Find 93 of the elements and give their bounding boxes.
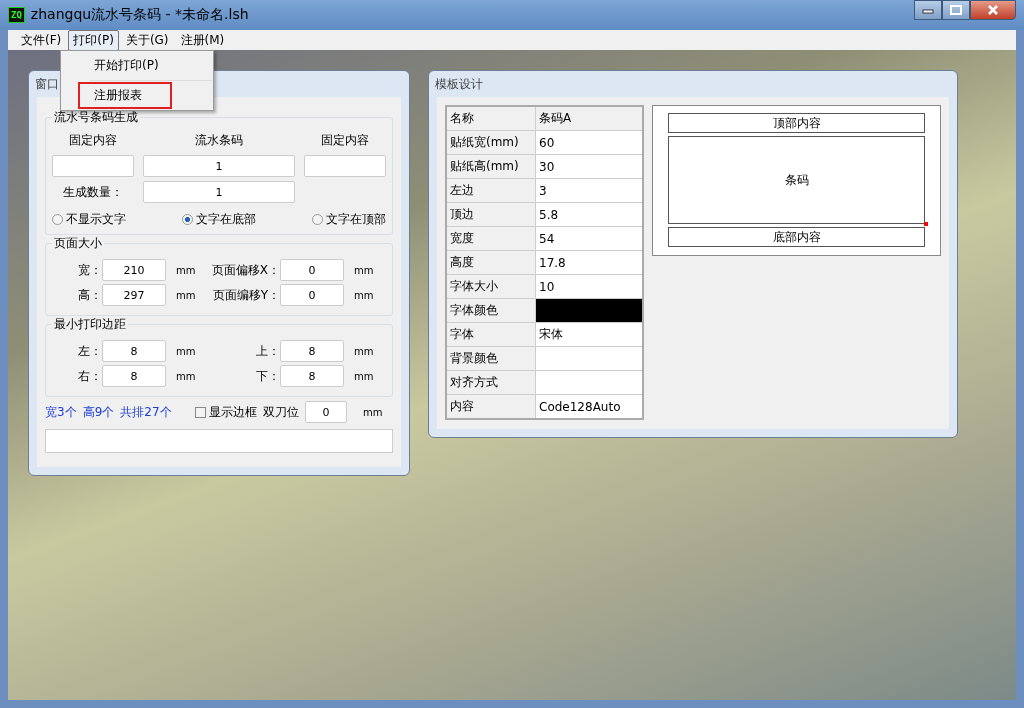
top-text-box[interactable]: 顶部内容 (668, 113, 925, 133)
radio-option[interactable]: 文字在底部 (182, 211, 256, 228)
column-label: 流水条码 (194, 132, 244, 149)
field-label: 上： (255, 342, 280, 360)
count-link[interactable]: 高9个 (82, 403, 115, 421)
property-name: 贴纸高(mm) (447, 155, 535, 178)
input-field[interactable]: 8 (280, 340, 344, 362)
property-name: 背景颜色 (447, 347, 535, 370)
group-title: 页面大小 (53, 235, 103, 252)
color-swatch[interactable] (536, 299, 642, 322)
bottom-text-box[interactable]: 底部内容 (668, 227, 925, 247)
window-title: zhangqu流水号条码 - *未命名.lsh (30, 6, 250, 24)
panel-title: 模板设计 (435, 75, 483, 93)
property-name: 左边 (447, 179, 535, 202)
field-label: 下： (255, 367, 280, 385)
property-value[interactable]: 10 (536, 275, 642, 298)
field-label: 页面偏移X： (210, 261, 280, 279)
group-title: 流水号条码生成 (53, 109, 139, 126)
radio-option[interactable]: 不显示文字 (52, 211, 126, 228)
property-name: 宽度 (447, 227, 535, 250)
menu-item[interactable]: 打印(P) (68, 29, 119, 51)
menu-item[interactable]: 注册(M) (175, 29, 230, 51)
radio-button[interactable] (312, 214, 323, 225)
unit-label: mm (353, 345, 375, 357)
input-field[interactable]: 0 (280, 284, 344, 306)
property-value[interactable]: 宋体 (536, 323, 642, 346)
property-value[interactable]: 54 (536, 227, 642, 250)
radio-button[interactable] (52, 214, 63, 225)
unit-label: mm (353, 370, 375, 382)
maximize-icon (949, 5, 963, 15)
barcode-box[interactable]: 条码 (668, 136, 925, 224)
field-label: 高： (77, 286, 102, 304)
field-label: 生成数量： (62, 183, 124, 201)
menu-item[interactable]: 文件(F) (16, 29, 67, 51)
property-name: 对齐方式 (447, 371, 535, 394)
maximize-button[interactable] (942, 0, 970, 20)
input-field[interactable]: 8 (102, 340, 166, 362)
property-name: 字体颜色 (447, 299, 535, 322)
property-name: 内容 (447, 395, 535, 418)
unit-label: mm (353, 289, 375, 301)
input-field[interactable]: 297 (102, 284, 166, 306)
property-name: 字体大小 (447, 275, 535, 298)
property-value[interactable]: 5.8 (536, 203, 642, 226)
input-field[interactable]: 210 (102, 259, 166, 281)
field-label: 宽： (77, 261, 102, 279)
column-label: 固定内容 (68, 132, 118, 149)
column-label: 固定内容 (320, 132, 370, 149)
menu-item[interactable]: 注册报表 (78, 82, 172, 109)
unit-label: mm (175, 370, 197, 382)
count-link[interactable]: 共排27个 (120, 403, 172, 421)
input-field[interactable] (52, 155, 134, 177)
unit-label: mm (362, 406, 384, 418)
field-label: 页面编移Y： (211, 286, 280, 304)
minimize-button[interactable] (914, 0, 942, 20)
radio-button[interactable] (182, 214, 193, 225)
close-button[interactable] (970, 0, 1016, 20)
unit-label: mm (175, 264, 197, 276)
menu-item[interactable]: 开始打印(P) (78, 52, 214, 79)
input-field[interactable]: 1 (143, 155, 295, 177)
property-value[interactable]: 17.8 (536, 251, 642, 274)
input-field[interactable] (304, 155, 386, 177)
property-value[interactable]: 30 (536, 155, 642, 178)
field-label: 双刀位 (263, 403, 299, 421)
field-label: 左： (77, 342, 102, 360)
property-name: 顶边 (447, 203, 535, 226)
radio-option[interactable]: 文字在顶部 (312, 211, 386, 228)
menu-item[interactable]: 关于(G) (120, 29, 174, 51)
minimize-icon (921, 6, 935, 14)
property-name: 高度 (447, 251, 535, 274)
property-value[interactable]: 条码A (536, 107, 642, 130)
unit-label: mm (175, 289, 197, 301)
input-field[interactable]: 1 (143, 181, 295, 203)
panel-title: 窗口 (35, 75, 59, 93)
close-icon (986, 5, 1000, 15)
checkbox[interactable] (195, 406, 206, 418)
property-name: 贴纸宽(mm) (447, 131, 535, 154)
input-field[interactable]: 8 (280, 365, 344, 387)
input-field[interactable]: 0 (305, 401, 347, 423)
property-name: 字体 (447, 323, 535, 346)
property-value[interactable]: 60 (536, 131, 642, 154)
unit-label: mm (175, 345, 197, 357)
property-name: 名称 (447, 107, 535, 130)
resize-handle[interactable] (924, 222, 928, 226)
group-title: 最小打印边距 (53, 316, 127, 333)
field-label: 右： (77, 367, 102, 385)
count-link[interactable]: 宽3个 (45, 403, 77, 421)
property-value[interactable]: 3 (536, 179, 642, 202)
input-field[interactable]: 8 (102, 365, 166, 387)
property-value[interactable]: Code128Auto (536, 395, 642, 418)
checkbox-option[interactable]: 显示边框 (195, 403, 257, 421)
app-icon: ZQ (8, 7, 25, 23)
unit-label: mm (353, 264, 375, 276)
input-field[interactable]: 0 (280, 259, 344, 281)
